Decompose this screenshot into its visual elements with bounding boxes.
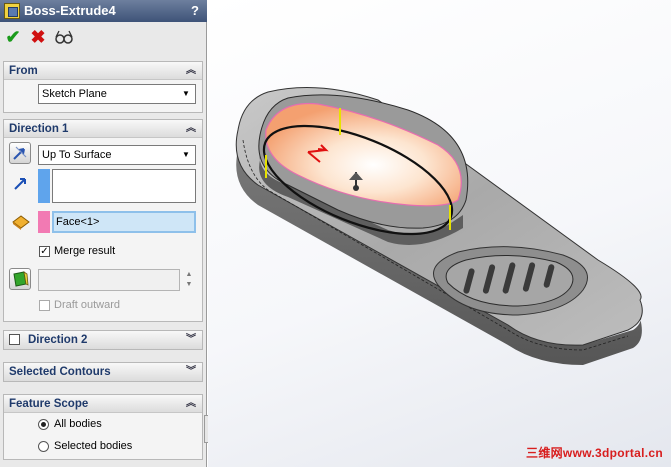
ok-button[interactable]: ✔ xyxy=(3,27,23,47)
help-button[interactable]: ? xyxy=(191,3,199,18)
double-chevron-down-icon[interactable]: ︾ xyxy=(186,363,196,381)
title-bar: Boss-Extrude4 ? xyxy=(0,0,207,22)
selected-bodies-radio[interactable] xyxy=(38,441,49,452)
direction1-group-header[interactable]: Direction 1 ︽ xyxy=(4,120,202,138)
spin-up-icon[interactable]: ▲ xyxy=(184,270,194,280)
spin-down-icon[interactable]: ▼ xyxy=(184,280,194,290)
from-dropdown-value: Sketch Plane xyxy=(42,88,107,100)
dialog-title: Boss-Extrude4 xyxy=(24,3,116,18)
draft-icon xyxy=(13,271,29,287)
merge-result-checkbox[interactable]: ✓ xyxy=(39,246,50,257)
face-selection-value: Face<1> xyxy=(56,216,100,228)
from-dropdown[interactable]: Sketch Plane ▼ xyxy=(38,84,196,104)
feature-scope-label: Feature Scope xyxy=(9,398,89,410)
draft-outward-checkbox[interactable] xyxy=(39,300,50,311)
face-selection-icon xyxy=(12,215,30,230)
face-color-swatch xyxy=(38,211,50,233)
site-watermark: 三维网www.3dportal.cn xyxy=(526,446,663,460)
model-view[interactable] xyxy=(208,0,671,467)
direction2-group-header[interactable]: Direction 2 ︾ xyxy=(4,331,202,349)
glasses-icon xyxy=(55,30,73,44)
direction-color-swatch xyxy=(38,169,50,203)
merge-result-label: Merge result xyxy=(54,245,116,257)
from-group-header[interactable]: From ︽ xyxy=(4,62,202,80)
selected-bodies-label: Selected bodies xyxy=(54,440,133,452)
from-header-label: From xyxy=(9,65,38,77)
boss-extrude-feature-icon xyxy=(4,3,20,19)
dropdown-arrow-icon: ▼ xyxy=(182,150,190,159)
direction2-header-label: Direction 2 xyxy=(28,334,88,346)
all-bodies-label: All bodies xyxy=(54,418,102,430)
graphics-area[interactable] xyxy=(208,0,671,467)
draft-angle-input[interactable] xyxy=(38,269,180,291)
double-chevron-up-icon[interactable]: ︽ xyxy=(186,395,196,413)
direction2-group: Direction 2 ︾ xyxy=(3,330,203,350)
double-chevron-down-icon[interactable]: ︾ xyxy=(186,331,196,349)
reverse-direction-icon xyxy=(13,146,27,160)
action-toolbar: ✔ ✖ xyxy=(0,24,207,52)
direction1-group: Direction 1 ︽ Up To Surface ▼ Face<1> ✓ … xyxy=(3,119,203,322)
selected-contours-label: Selected Contours xyxy=(9,366,111,378)
double-chevron-up-icon[interactable]: ︽ xyxy=(186,120,196,138)
selected-contours-group: Selected Contours ︾ xyxy=(3,362,203,382)
face-selection-box[interactable]: Face<1> xyxy=(52,211,196,233)
draft-toggle-button[interactable] xyxy=(9,268,31,290)
end-condition-value: Up To Surface xyxy=(42,149,112,161)
draft-outward-label: Draft outward xyxy=(54,299,121,311)
direction-arrow-icon xyxy=(14,178,26,190)
detailed-preview-button[interactable] xyxy=(54,27,74,47)
feature-scope-group: Feature Scope ︽ All bodies Selected bodi… xyxy=(3,394,203,460)
direction-vector-selection-box[interactable] xyxy=(52,169,196,203)
cancel-button[interactable]: ✖ xyxy=(28,27,48,47)
direction2-checkbox[interactable] xyxy=(9,334,20,345)
end-condition-dropdown[interactable]: Up To Surface ▼ xyxy=(38,145,196,165)
selected-contours-header[interactable]: Selected Contours ︾ xyxy=(4,363,202,381)
double-chevron-up-icon[interactable]: ︽ xyxy=(186,62,196,80)
dropdown-arrow-icon: ▼ xyxy=(182,89,190,98)
feature-scope-header[interactable]: Feature Scope ︽ xyxy=(4,395,202,413)
all-bodies-radio[interactable] xyxy=(38,419,49,430)
direction1-header-label: Direction 1 xyxy=(9,123,69,135)
property-manager: Boss-Extrude4 ? ✔ ✖ From ︽ Sketch Plane … xyxy=(0,0,207,467)
reverse-direction-button[interactable] xyxy=(9,142,31,164)
from-group: From ︽ Sketch Plane ▼ xyxy=(3,61,203,113)
